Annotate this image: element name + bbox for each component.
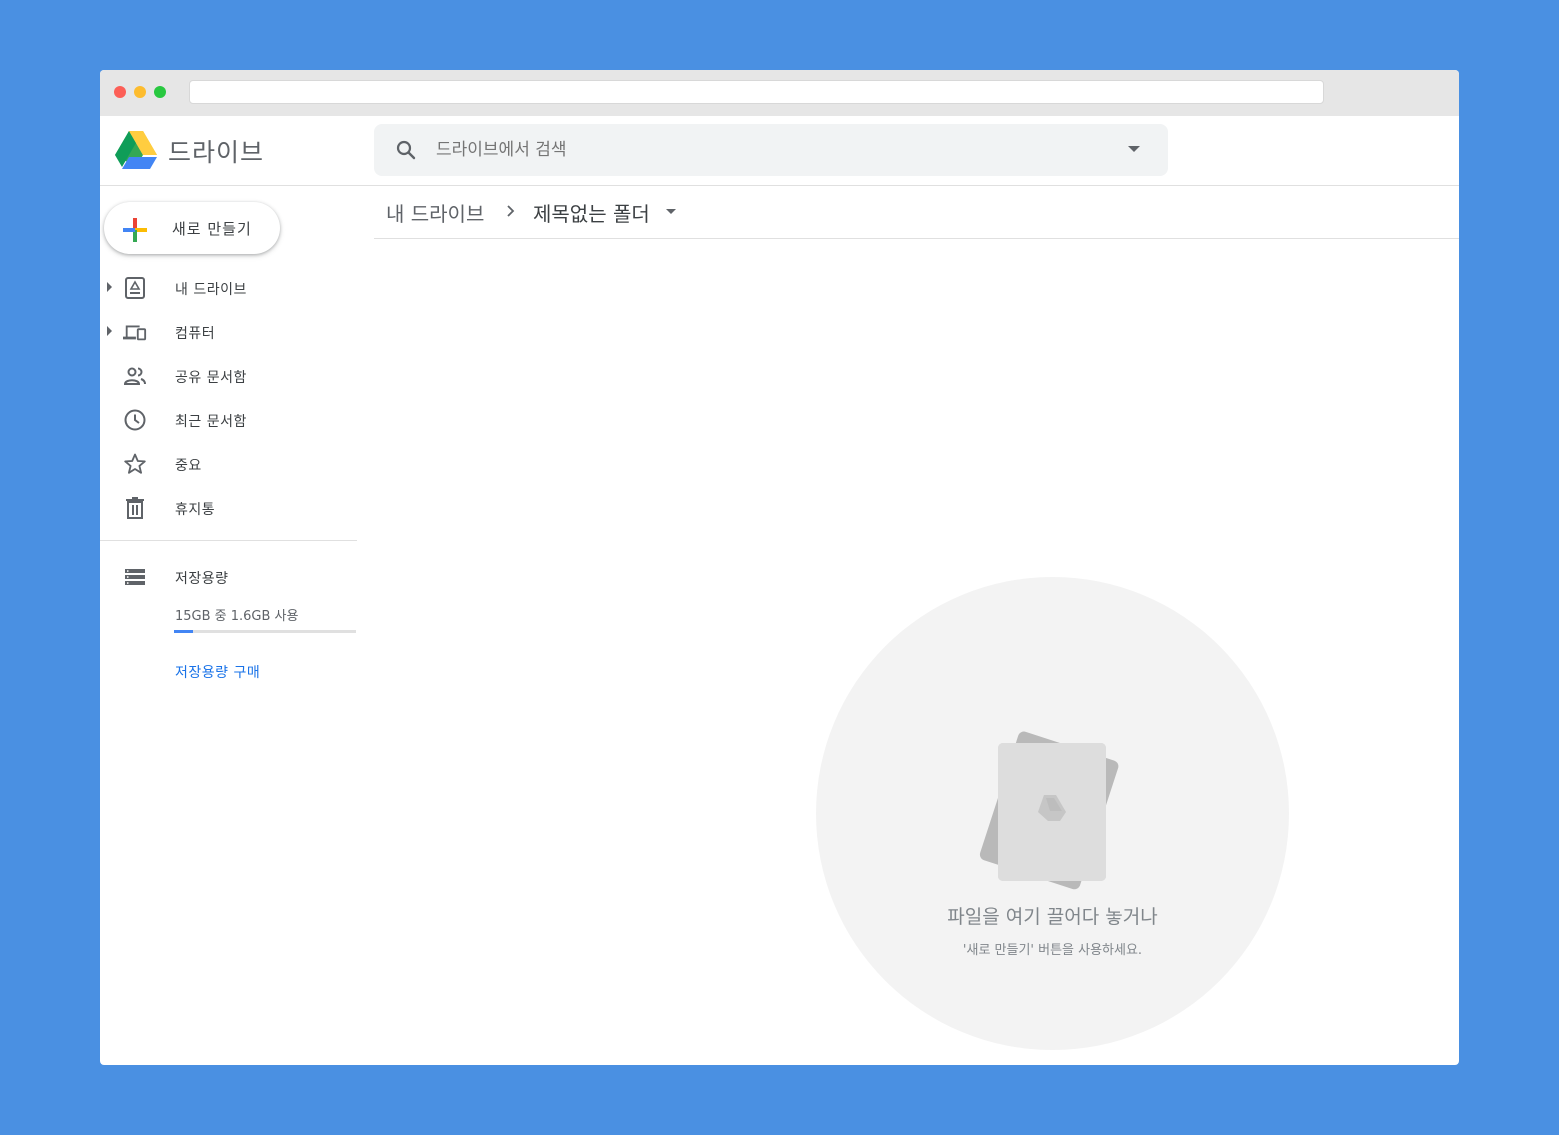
empty-state-drop-zone[interactable]: 파일을 여기 끌어다 놓거나 '새로 만들기' 버튼을 사용하세요. <box>816 577 1289 1050</box>
expand-caret-icon[interactable] <box>107 282 112 292</box>
folder-menu-dropdown-icon[interactable] <box>666 209 676 214</box>
app-title: 드라이브 <box>168 138 265 167</box>
storage-usage-text: 15GB 중 1.6GB 사용 <box>175 609 299 624</box>
computers-icon <box>123 325 147 341</box>
sidebar-item-label: 최근 문서함 <box>175 414 247 430</box>
storage-label: 저장용량 <box>175 571 229 587</box>
sidebar-item-computers[interactable]: 컴퓨터 <box>100 309 357 353</box>
sidebar-divider <box>100 540 357 541</box>
sidebar-item-recent[interactable]: 최근 문서함 <box>100 397 357 441</box>
buy-storage-link[interactable]: 저장용량 구매 <box>175 662 260 682</box>
search-icon[interactable] <box>394 138 418 162</box>
empty-state-title: 파일을 여기 끌어다 놓거나 <box>947 906 1158 928</box>
new-button[interactable]: 새로 만들기 <box>104 202 280 254</box>
new-button-label: 새로 만들기 <box>172 220 252 238</box>
storage-progress-bar <box>174 630 356 633</box>
search-options-dropdown-icon[interactable] <box>1128 146 1140 152</box>
breadcrumb-current-folder[interactable]: 제목없는 폴더 <box>533 198 650 227</box>
star-icon <box>124 453 146 474</box>
storage-icon <box>125 569 145 585</box>
sidebar-item-trash[interactable]: 휴지통 <box>100 485 357 529</box>
breadcrumb: 내 드라이브 제목없는 폴더 <box>374 186 1459 239</box>
empty-folder-illustration-icon <box>979 731 1119 890</box>
minimize-window-button[interactable] <box>134 86 146 98</box>
empty-state-subtitle: '새로 만들기' 버튼을 사용하세요. <box>962 943 1143 958</box>
maximize-window-button[interactable] <box>154 86 166 98</box>
storage-progress-fill <box>174 630 194 633</box>
sidebar-item-label: 공유 문서함 <box>175 370 247 386</box>
drive-logo-icon[interactable] <box>115 131 157 169</box>
sidebar-item-label: 내 드라이브 <box>175 282 247 298</box>
address-bar[interactable] <box>189 80 1324 104</box>
plus-icon <box>123 218 147 242</box>
expand-caret-icon[interactable] <box>107 326 112 336</box>
breadcrumb-my-drive[interactable]: 내 드라이브 <box>386 198 484 227</box>
sidebar-item-storage[interactable]: 저장용량 <box>100 554 357 598</box>
app-header: 드라이브 <box>100 116 1459 186</box>
chevron-right-icon <box>507 205 515 217</box>
trash-icon <box>126 497 144 519</box>
browser-titlebar <box>100 70 1459 116</box>
clock-icon <box>124 409 146 431</box>
sidebar-item-label: 컴퓨터 <box>175 326 216 342</box>
sidebar-item-shared[interactable]: 공유 문서함 <box>100 353 357 397</box>
sidebar-item-starred[interactable]: 중요 <box>100 441 357 485</box>
sidebar-item-label: 중요 <box>175 458 202 474</box>
sidebar-item-label: 휴지통 <box>175 502 216 518</box>
browser-window: 드라이브 새로 만들기 내 드라이브 <box>100 70 1459 1065</box>
sidebar-item-my-drive[interactable]: 내 드라이브 <box>100 265 357 309</box>
shared-icon <box>123 367 146 385</box>
sidebar-nav: 내 드라이브 컴퓨터 공유 문서함 최근 문서함 중요 휴지통 <box>100 265 357 529</box>
search-input[interactable] <box>436 136 1096 164</box>
search-bar[interactable] <box>374 124 1168 176</box>
my-drive-icon <box>125 277 145 299</box>
close-window-button[interactable] <box>114 86 126 98</box>
